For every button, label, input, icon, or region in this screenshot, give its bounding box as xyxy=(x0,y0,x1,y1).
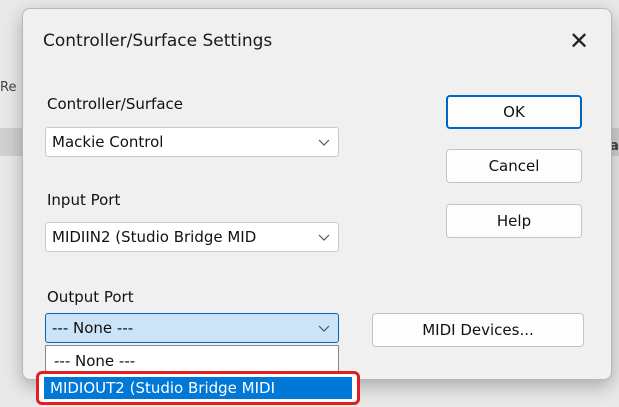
dialog-title: Controller/Surface Settings xyxy=(43,31,273,51)
chevron-down-icon xyxy=(318,234,330,241)
close-button[interactable]: ✕ xyxy=(561,25,597,57)
controller-surface-value: Mackie Control xyxy=(52,133,164,151)
background-fragment-left: Re xyxy=(0,80,17,95)
input-port-label: Input Port xyxy=(47,191,121,209)
close-icon: ✕ xyxy=(568,27,590,55)
input-port-select[interactable]: MIDIIN2 (Studio Bridge MID xyxy=(45,222,339,252)
chevron-down-icon xyxy=(318,139,330,146)
dropdown-option-midiout2[interactable]: MIDIOUT2 (Studio Bridge MIDI xyxy=(44,377,352,399)
output-port-value: --- None --- xyxy=(52,319,134,337)
dialog-titlebar: Controller/Surface Settings ✕ xyxy=(23,9,611,73)
output-port-select[interactable]: --- None --- xyxy=(45,313,339,343)
input-port-value: MIDIIN2 (Studio Bridge MID xyxy=(52,228,257,246)
help-button[interactable]: Help xyxy=(446,204,582,238)
annotation-highlight-box: MIDIOUT2 (Studio Bridge MIDI xyxy=(36,371,360,405)
controller-surface-select[interactable]: Mackie Control xyxy=(45,127,339,157)
chevron-down-icon xyxy=(318,325,330,332)
cancel-button[interactable]: Cancel xyxy=(446,149,582,183)
controller-surface-label: Controller/Surface xyxy=(47,95,183,113)
midi-devices-button[interactable]: MIDI Devices... xyxy=(372,313,584,347)
controller-surface-settings-dialog: Controller/Surface Settings ✕ Controller… xyxy=(22,8,612,380)
output-port-label: Output Port xyxy=(47,288,134,306)
ok-button[interactable]: OK xyxy=(446,95,582,129)
